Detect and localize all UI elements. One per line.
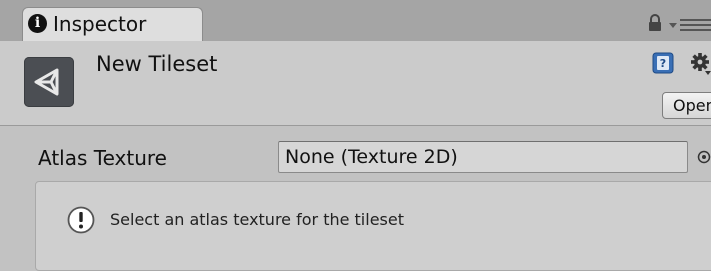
tab-inspector[interactable]: i Inspector <box>22 7 203 41</box>
helpbox-message: Select an atlas texture for the tileset <box>110 210 404 229</box>
atlas-texture-field[interactable]: None (Texture 2D) <box>278 141 688 173</box>
asset-title: New Tileset <box>96 52 218 76</box>
open-button[interactable]: Open <box>662 92 711 119</box>
gear-icon[interactable] <box>689 51 711 75</box>
info-icon <box>67 206 95 234</box>
unity-logo-icon <box>24 57 74 107</box>
menu-icon[interactable] <box>668 16 711 32</box>
tab-inspector-label: Inspector <box>53 12 147 36</box>
inspector-header: New Tileset ? Open <box>0 41 711 126</box>
tab-bar: i Inspector <box>0 0 711 41</box>
lock-icon[interactable] <box>648 14 662 32</box>
help-icon[interactable]: ? <box>652 52 674 74</box>
info-circle-icon: i <box>28 14 47 33</box>
svg-text:?: ? <box>660 57 666 70</box>
atlas-texture-label: Atlas Texture <box>38 146 167 170</box>
object-picker-icon[interactable] <box>696 149 711 165</box>
